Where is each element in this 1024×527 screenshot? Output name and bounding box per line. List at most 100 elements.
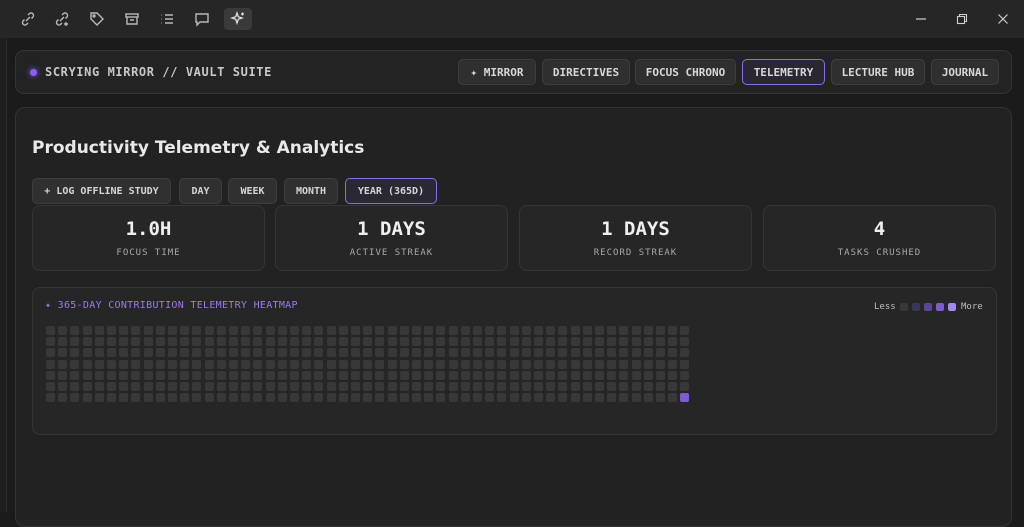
heatmap-cell[interactable] [571,360,580,369]
heatmap-cell[interactable] [205,371,214,380]
heatmap-cell[interactable] [436,326,445,335]
heatmap-cell[interactable] [156,360,165,369]
heatmap-cell[interactable] [644,371,653,380]
heatmap-cell[interactable] [436,371,445,380]
heatmap-cell[interactable] [70,360,79,369]
heatmap-cell[interactable] [375,337,384,346]
heatmap-cell[interactable] [229,360,238,369]
heatmap-cell[interactable] [400,348,409,357]
heatmap-cell[interactable] [449,326,458,335]
heatmap-cell[interactable] [522,337,531,346]
heatmap-cell[interactable] [424,360,433,369]
heatmap-cell[interactable] [619,382,628,391]
heatmap-cell[interactable] [680,393,689,402]
heatmap-cell[interactable] [595,326,604,335]
heatmap-cell[interactable] [436,337,445,346]
heatmap-cell[interactable] [595,348,604,357]
heatmap-cell[interactable] [656,382,665,391]
heatmap-cell[interactable] [278,337,287,346]
heatmap-cell[interactable] [241,348,250,357]
heatmap-cell[interactable] [412,337,421,346]
heatmap-cell[interactable] [217,393,226,402]
heatmap-cell[interactable] [83,326,92,335]
heatmap-cell[interactable] [546,326,555,335]
heatmap-cell[interactable] [46,337,55,346]
heatmap-cell[interactable] [400,382,409,391]
heatmap-cell[interactable] [412,382,421,391]
range-day-button[interactable]: DAY [179,178,222,204]
heatmap-cell[interactable] [424,371,433,380]
nav-lecture-hub-button[interactable]: LECTURE HUB [831,59,925,85]
heatmap-cell[interactable] [461,337,470,346]
heatmap-cell[interactable] [619,337,628,346]
heatmap-cell[interactable] [144,393,153,402]
heatmap-cell[interactable] [375,371,384,380]
heatmap-cell[interactable] [656,371,665,380]
heatmap-cell[interactable] [595,360,604,369]
heatmap-cell[interactable] [168,360,177,369]
heatmap-cell[interactable] [607,337,616,346]
heatmap-cell[interactable] [144,326,153,335]
heatmap-cell[interactable] [363,382,372,391]
heatmap-cell[interactable] [327,326,336,335]
heatmap-cell[interactable] [644,393,653,402]
heatmap-cell[interactable] [327,360,336,369]
heatmap-cell[interactable] [131,326,140,335]
range-week-button[interactable]: WEEK [228,178,277,204]
heatmap-cell[interactable] [290,382,299,391]
heatmap-cell[interactable] [144,371,153,380]
heatmap-cell[interactable] [314,360,323,369]
heatmap-cell[interactable] [375,360,384,369]
heatmap-cell[interactable] [473,326,482,335]
heatmap-cell[interactable] [583,382,592,391]
heatmap-cell[interactable] [351,348,360,357]
heatmap-cell[interactable] [473,337,482,346]
heatmap-cell[interactable] [180,371,189,380]
heatmap-cell[interactable] [607,326,616,335]
heatmap-cell[interactable] [473,393,482,402]
heatmap-cell[interactable] [351,360,360,369]
heatmap-cell[interactable] [83,393,92,402]
heatmap-cell[interactable] [546,360,555,369]
heatmap-cell[interactable] [95,348,104,357]
heatmap-cell[interactable] [95,360,104,369]
heatmap-cell[interactable] [375,348,384,357]
heatmap-cell[interactable] [156,348,165,357]
heatmap-cell[interactable] [339,360,348,369]
heatmap-cell[interactable] [229,371,238,380]
heatmap-cell[interactable] [339,393,348,402]
heatmap-cell[interactable] [632,337,641,346]
heatmap-cell[interactable] [302,326,311,335]
range-year-button[interactable]: YEAR (365D) [345,178,437,204]
heatmap-cell[interactable] [70,382,79,391]
heatmap-cell[interactable] [583,371,592,380]
heatmap-cell[interactable] [241,382,250,391]
heatmap-cell[interactable] [680,382,689,391]
heatmap-cell[interactable] [46,326,55,335]
heatmap-cell[interactable] [497,348,506,357]
heatmap-cell[interactable] [375,393,384,402]
heatmap-cell[interactable] [473,348,482,357]
heatmap-cell[interactable] [180,348,189,357]
heatmap-cell[interactable] [253,348,262,357]
heatmap-cell[interactable] [217,371,226,380]
heatmap-cell[interactable] [156,382,165,391]
heatmap-cell[interactable] [449,382,458,391]
heatmap-cell[interactable] [473,382,482,391]
heatmap-cell[interactable] [314,337,323,346]
heatmap-cell[interactable] [131,348,140,357]
heatmap-cell[interactable] [107,371,116,380]
heatmap-cell[interactable] [668,360,677,369]
heatmap-cell[interactable] [266,371,275,380]
archive-icon[interactable] [121,8,143,30]
heatmap-cell[interactable] [70,393,79,402]
heatmap-cell[interactable] [168,382,177,391]
heatmap-cell[interactable] [412,360,421,369]
heatmap-cell[interactable] [83,382,92,391]
heatmap-cell[interactable] [632,326,641,335]
heatmap-cell[interactable] [668,326,677,335]
heatmap-cell[interactable] [278,371,287,380]
heatmap-cell[interactable] [58,360,67,369]
heatmap-cell[interactable] [205,348,214,357]
heatmap-cell[interactable] [632,348,641,357]
